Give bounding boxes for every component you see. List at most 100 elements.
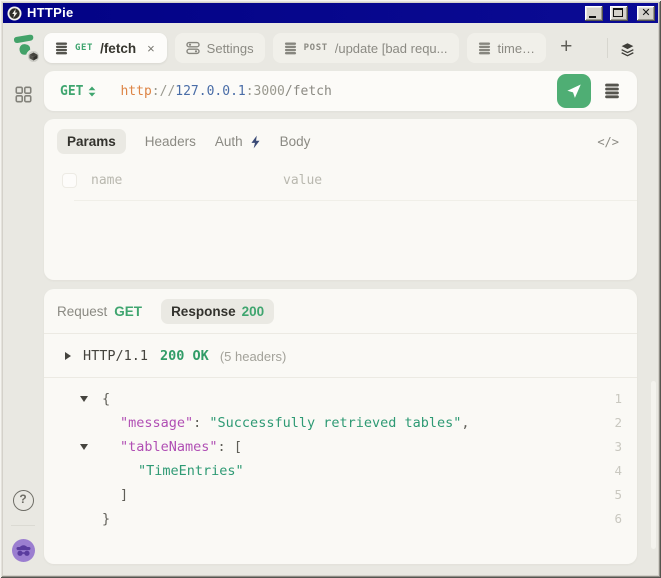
- json-line: } 6: [44, 507, 637, 531]
- tab-response-view[interactable]: Response 200: [161, 299, 274, 324]
- help-button[interactable]: ?: [13, 490, 34, 511]
- request-view-label: Request: [57, 304, 107, 319]
- tab-body[interactable]: Body: [280, 134, 311, 149]
- url-host: 127.0.0.1: [175, 84, 245, 99]
- saved-requests-stack-icon[interactable]: [604, 83, 620, 99]
- json-line: "TimeEntries" 4: [44, 459, 637, 483]
- user-avatar[interactable]: [12, 539, 35, 562]
- send-button[interactable]: [557, 74, 591, 108]
- request-panel: Params Headers Auth Body </>: [44, 119, 637, 280]
- response-status-badge: 200: [242, 304, 265, 319]
- tabbar-divider: [607, 38, 608, 58]
- apps-grid-icon[interactable]: [15, 86, 32, 103]
- tab-label: Settings: [207, 41, 254, 56]
- close-icon: ✕: [637, 6, 655, 21]
- request-pane-tabs: Params Headers Auth Body </>: [44, 119, 637, 163]
- line-number: 4: [614, 459, 622, 483]
- sidebar: ?: [3, 23, 43, 575]
- param-enabled-checkbox[interactable]: [62, 173, 77, 188]
- tabs-overview-layers-icon[interactable]: [618, 39, 637, 58]
- sidebar-divider: [11, 525, 35, 526]
- http-protocol: HTTP/1.1: [83, 348, 148, 364]
- tab-method-badge: POST: [304, 43, 328, 53]
- param-row: [44, 163, 637, 200]
- json-open-bracket: [: [234, 439, 242, 455]
- url-path: /fetch: [285, 84, 332, 99]
- json-key: "message": [120, 415, 193, 431]
- tab-auth[interactable]: Auth: [215, 134, 261, 149]
- tab-headers[interactable]: Headers: [145, 134, 196, 149]
- url-port: :3000: [246, 84, 285, 99]
- httpie-logo[interactable]: [10, 32, 37, 62]
- scrollbar-thumb[interactable]: [651, 381, 656, 549]
- requests-stack-icon: [478, 42, 491, 55]
- collapse-caret-icon[interactable]: [65, 352, 71, 360]
- tab-fetch[interactable]: GET /fetch ×: [44, 33, 167, 63]
- headers-count: (5 headers): [220, 349, 286, 364]
- code-view-toggle[interactable]: </>: [597, 135, 623, 149]
- line-number: 1: [614, 387, 622, 411]
- maximize-button[interactable]: [610, 6, 628, 21]
- new-tab-button[interactable]: +: [554, 35, 578, 61]
- line-number: 5: [614, 483, 622, 507]
- tab-settings[interactable]: Settings: [175, 33, 265, 63]
- json-line: "message": "Successfully retrieved table…: [44, 411, 637, 435]
- response-body-json: { 1 "message": "Successfully retrieved t…: [44, 378, 637, 564]
- workspace-badge[interactable]: [26, 49, 41, 64]
- tab-label: time…: [498, 41, 536, 56]
- minimize-icon: [589, 16, 596, 18]
- request-view-method: GET: [114, 304, 142, 319]
- collapse-caret-icon[interactable]: [80, 396, 88, 402]
- tab-time[interactable]: time…: [467, 33, 547, 63]
- json-line: { 1: [44, 387, 637, 411]
- method-selector[interactable]: GET: [60, 84, 96, 99]
- requests-stack-icon: [55, 42, 68, 55]
- bolt-icon: [250, 135, 261, 149]
- method-value: GET: [60, 84, 83, 99]
- json-line: "tableNames": [ 3: [44, 435, 637, 459]
- collapse-caret-icon[interactable]: [80, 444, 88, 450]
- main-column: GET /fetch × Settings: [43, 23, 658, 575]
- httpie-window-icon: [7, 6, 22, 21]
- close-button[interactable]: ✕: [637, 6, 655, 21]
- tab-update[interactable]: POST /update [bad requ...: [273, 33, 459, 63]
- json-string-value: "TimeEntries": [90, 459, 244, 483]
- response-pane-tabs: Request GET Response 200: [44, 289, 637, 333]
- tab-request-view[interactable]: Request GET: [57, 304, 142, 319]
- json-line: ] 5: [44, 483, 637, 507]
- window-title: HTTPie: [27, 5, 578, 21]
- cube-icon: [29, 52, 38, 61]
- url-input[interactable]: http://127.0.0.1:3000/fetch: [120, 84, 331, 99]
- json-close-bracket: ]: [90, 483, 128, 507]
- json-key: "tableNames": [120, 439, 218, 455]
- tab-auth-label: Auth: [215, 134, 243, 149]
- titlebar[interactable]: HTTPie ✕: [3, 3, 658, 23]
- http-status: 200 OK: [160, 348, 209, 364]
- tab-close-icon[interactable]: ×: [146, 41, 156, 56]
- json-colon: :: [218, 439, 234, 455]
- url-separator: ://: [152, 84, 175, 99]
- line-number: 2: [614, 411, 622, 435]
- paper-plane-icon: [565, 82, 583, 100]
- json-comma: ,: [461, 415, 469, 431]
- app-window: HTTPie ✕: [0, 0, 661, 578]
- request-tab-bar: GET /fetch × Settings: [44, 30, 637, 66]
- maximize-icon: [613, 8, 623, 17]
- url-bar: GET http://127.0.0.1:3000/fetch: [44, 71, 637, 111]
- response-view-label: Response: [171, 304, 236, 319]
- param-name-input[interactable]: [91, 173, 283, 188]
- json-close-brace: }: [90, 507, 110, 531]
- requests-stack-icon: [284, 42, 297, 55]
- tab-params[interactable]: Params: [57, 129, 126, 154]
- tab-label: /update [bad requ...: [335, 41, 448, 56]
- json-colon: :: [193, 415, 209, 431]
- param-row-divider: [74, 200, 637, 201]
- line-number: 3: [614, 435, 622, 459]
- url-scheme: http: [120, 84, 151, 99]
- settings-sliders-icon: [186, 41, 200, 55]
- sort-arrows-icon: [88, 86, 96, 97]
- param-value-input[interactable]: [283, 173, 621, 188]
- json-string-value: "Successfully retrieved tables": [209, 415, 461, 431]
- minimize-button[interactable]: [585, 6, 603, 21]
- response-status-line[interactable]: HTTP/1.1 200 OK (5 headers): [44, 334, 637, 377]
